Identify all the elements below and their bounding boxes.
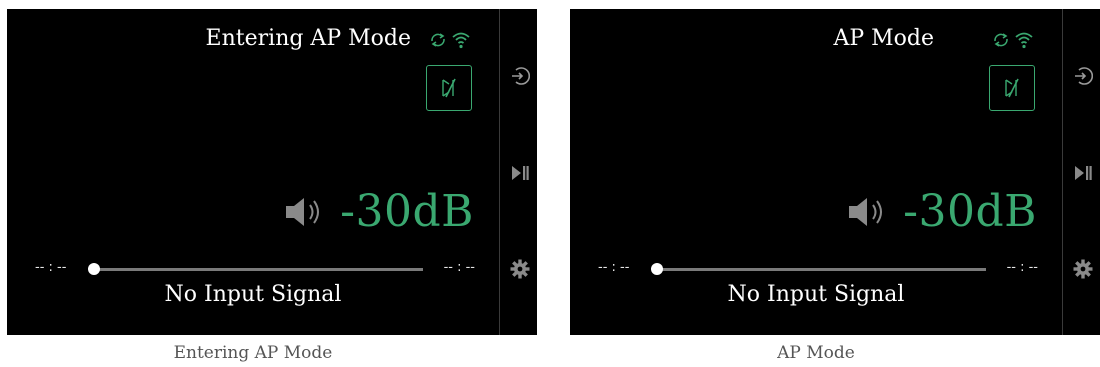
volume-value: -30dB [340,186,474,237]
progress-thumb[interactable] [651,263,663,275]
caption-ap-mode: AP Mode [777,343,855,363]
signal-status: No Input Signal [164,282,342,307]
input-icon[interactable] [510,66,530,86]
display-area: Entering AP Mode -30dB --: -- --: -- N… [7,9,499,335]
volume-value: -30dB [903,186,1037,237]
sidebar [1062,9,1100,335]
speaker-icon [286,198,320,226]
caption-entering-ap: Entering AP Mode [173,343,333,363]
status-text: AP Mode [833,26,934,51]
device-screen-entering-ap: Entering AP Mode -30dB --: -- --: -- N… [7,9,537,335]
playback-progress[interactable]: -- : -- -- : -- [35,259,475,279]
gear-icon[interactable] [1073,259,1093,279]
total-time: -- : -- [1006,260,1038,275]
signal-status: No Input Signal [727,282,905,307]
status-icons [429,31,471,49]
device-screen-ap-mode: AP Mode -30dB --: -- --: -- No Input S… [570,9,1100,335]
mute-icon [442,78,456,98]
mute-button[interactable] [989,65,1035,111]
mute-button[interactable] [426,65,472,111]
gear-icon[interactable] [510,259,530,279]
sidebar [499,9,537,335]
total-time: -- : -- [443,260,475,275]
sync-icon [994,33,1008,47]
speaker-icon [849,198,883,226]
progress-track[interactable] [658,268,986,271]
elapsed-time: -- : -- [35,260,67,275]
input-icon[interactable] [1073,66,1093,86]
play-pause-icon[interactable] [510,164,530,182]
display-area: AP Mode -30dB --: -- --: -- No Input S… [570,9,1062,335]
status-icons [992,31,1034,49]
progress-thumb[interactable] [88,263,100,275]
volume-display: -30dB [284,190,474,234]
status-text: Entering AP Mode [205,26,411,51]
wifi-icon [452,32,470,49]
progress-track[interactable] [95,268,423,271]
wifi-icon [1015,32,1033,49]
sync-icon [431,33,445,47]
volume-display: -30dB [847,190,1037,234]
mute-icon [1005,78,1019,98]
elapsed-time: -- : -- [598,260,630,275]
play-pause-icon[interactable] [1073,164,1093,182]
playback-progress[interactable]: -- : -- -- : -- [598,259,1038,279]
